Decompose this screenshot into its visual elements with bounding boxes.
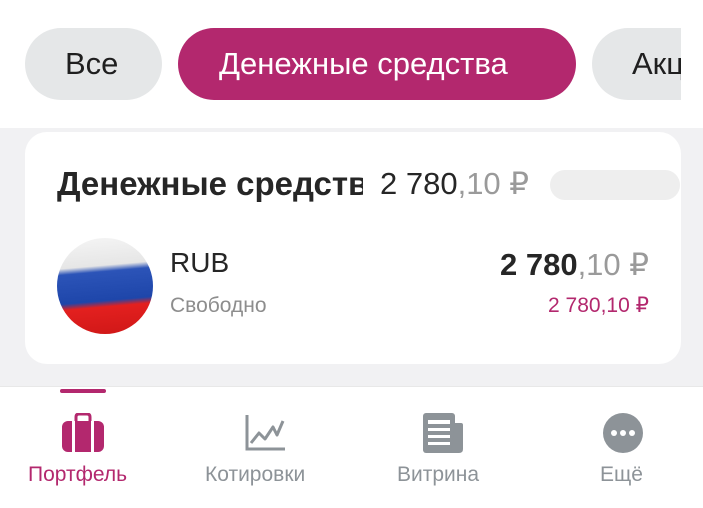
- card-total-frac: ,10 ₽: [457, 166, 530, 201]
- chart-icon: [245, 415, 285, 451]
- nav-showcase-label: Витрина: [397, 463, 480, 486]
- currency-code[interactable]: RUB: [170, 246, 229, 280]
- card-total: 2 780,10 ₽: [380, 164, 529, 204]
- card-total-int: 2 780: [380, 166, 458, 201]
- russia-flag-icon: [57, 238, 153, 334]
- currency-amount-frac: ,10 ₽: [577, 247, 649, 282]
- more-icon: [603, 413, 643, 453]
- newspaper-icon: [423, 413, 463, 453]
- bottom-nav: Портфель Котировки Витрина Ещё: [0, 386, 703, 508]
- currency-amount-int: 2 780: [499, 247, 578, 282]
- nav-showcase[interactable]: Витрина: [390, 387, 510, 508]
- currency-status: Свободно: [170, 294, 267, 317]
- nav-portfolio[interactable]: Портфель: [20, 387, 150, 508]
- tab-stocks[interactable]: Акции: [592, 28, 681, 100]
- briefcase-icon: [62, 413, 104, 452]
- nav-more[interactable]: Ещё: [580, 387, 670, 508]
- blurred-change: [550, 170, 680, 200]
- cash-card: Денежные средства 2 780,10 ₽ RUB Свободн…: [25, 132, 681, 364]
- card-title: Денежные средства: [57, 165, 363, 202]
- filter-tabs: Все Денежные средства Акции: [0, 0, 681, 128]
- nav-quotes-label: Котировки: [205, 463, 306, 486]
- currency-amount: 2 780,10 ₽: [500, 246, 649, 284]
- nav-more-label: Ещё: [600, 463, 643, 486]
- nav-quotes[interactable]: Котировки: [200, 387, 330, 508]
- tab-all[interactable]: Все: [25, 28, 162, 100]
- currency-free-amount: 2 780,10 ₽: [548, 294, 649, 317]
- nav-portfolio-label: Портфель: [28, 463, 128, 486]
- tab-cash[interactable]: Денежные средства: [178, 28, 576, 100]
